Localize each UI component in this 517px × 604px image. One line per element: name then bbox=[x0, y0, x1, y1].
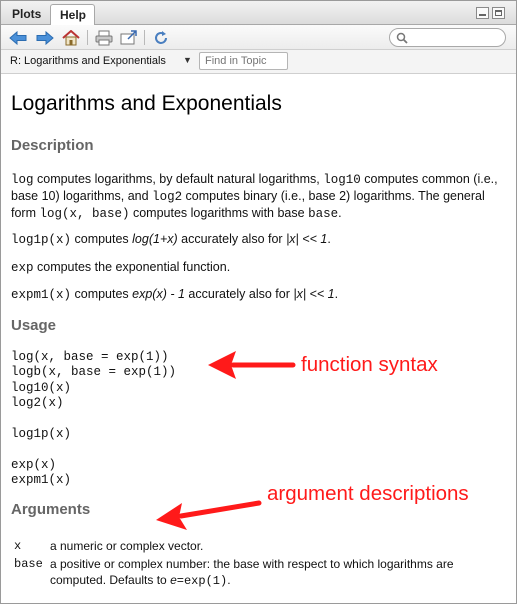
help-pane: Plots Help R: Logarithms and Exponential… bbox=[0, 0, 517, 604]
argument-descriptions-arrow bbox=[156, 500, 262, 530]
annotation-function-syntax: function syntax bbox=[301, 353, 438, 376]
annotation-arrows bbox=[156, 351, 296, 530]
annotation-argument-descriptions: argument descriptions bbox=[267, 482, 469, 505]
function-syntax-arrow bbox=[208, 351, 296, 379]
